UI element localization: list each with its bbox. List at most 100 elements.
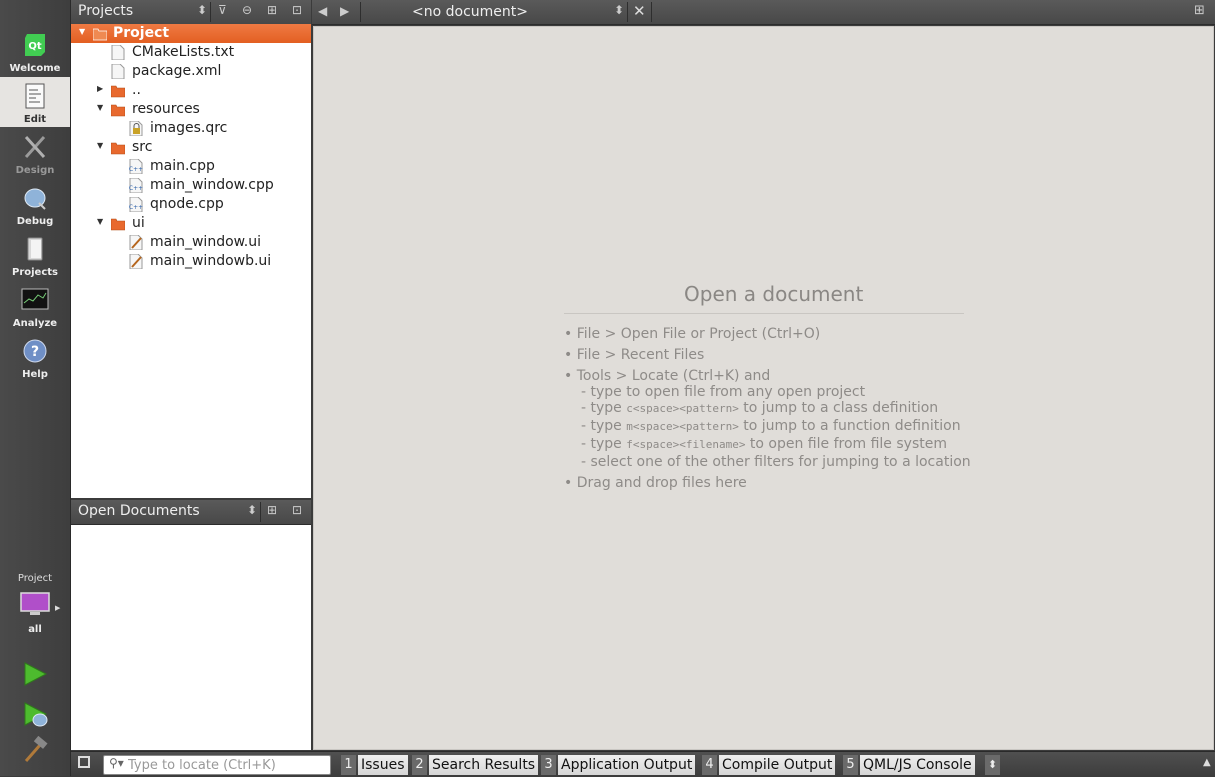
hint-other-filters: - select one of the other filters for ju… [581,454,971,470]
hint-recent-files: • File > Recent Files [564,347,705,363]
tree-item-main-window-cpp[interactable]: C++ main_window.cpp [71,176,311,195]
run-icon[interactable] [20,660,50,688]
editor-welcome-area[interactable]: Open a document • File > Open File or Pr… [313,26,1214,750]
projects-panel-title[interactable]: Projects [78,3,133,19]
tree-item-label: images.qrc [150,120,228,136]
tree-item-qnode-cpp[interactable]: C++ qnode.cpp [71,195,311,214]
output-tab-number: 1 [341,755,356,775]
ui-form-file-icon [129,254,143,269]
tree-item-parent-dir[interactable]: ▶ .. [71,81,311,100]
output-tab-label: Search Results [429,755,539,775]
expanded-arrow-icon[interactable]: ▼ [97,103,103,112]
view-selector-arrow-icon[interactable]: ⬍ [247,503,257,517]
mode-analyze[interactable]: Analyze [0,281,70,331]
mode-design[interactable]: Design [0,128,70,178]
tree-item-src[interactable]: ▼ src [71,138,311,157]
output-tab-label: Issues [358,755,408,775]
tree-item-ui[interactable]: ▼ ui [71,214,311,233]
navigate-back-icon[interactable]: ◀ [318,4,327,18]
output-tab-number: 4 [702,755,717,775]
svg-text:C++: C++ [129,166,143,173]
tree-item-resources[interactable]: ▼ resources [71,100,311,119]
mode-welcome[interactable]: Qt Welcome [0,26,70,76]
folder-icon [111,218,125,231]
navigate-forward-icon[interactable]: ▶ [340,4,349,18]
hint-prefix: - type [581,436,622,452]
design-tools-icon [24,135,46,159]
tree-item-label: main_window.ui [150,234,262,250]
editor-toolbar: ◀ ▶ <no document> ⬍ ✕ ⊞ [312,0,1215,25]
file-icon [111,45,125,60]
output-tab-qml-js-console[interactable]: 5 QML/JS Console [843,755,979,775]
output-tab-number: 2 [412,755,427,775]
split-editor-icon[interactable]: ⊞ [1194,3,1205,18]
output-tab-issues[interactable]: 1 Issues [341,755,408,775]
mode-help[interactable]: ? Help [0,332,70,382]
hint-prefix: - type [581,400,622,416]
output-tab-search-results[interactable]: 2 Search Results [412,755,539,775]
svg-text:?: ? [31,344,39,360]
qrc-resource-icon [129,121,143,136]
more-tabs-arrow-icon[interactable]: ⬍ [985,755,1000,775]
document-selector[interactable]: <no document> [412,4,528,20]
expanded-arrow-icon[interactable]: ▼ [79,27,85,36]
output-tab-application-output[interactable]: 3 Application Output [541,755,697,775]
open-documents-list[interactable] [71,525,311,750]
svg-text:C++: C++ [129,185,143,192]
projects-panel-header: Projects ⬍ ⊽ ⊖ ⊞ ⊡ [71,0,311,25]
split-panel-icon[interactable]: ⊞ [267,503,277,517]
output-pane-toggle-icon[interactable]: ▲ [1203,757,1211,768]
folder-icon [111,142,125,155]
split-panel-icon[interactable]: ⊞ [267,3,277,17]
tree-item-package-xml[interactable]: package.xml [71,62,311,81]
collapsed-arrow-icon[interactable]: ▶ [97,84,103,93]
tree-item-label: Project [113,25,170,41]
mode-help-label: Help [22,369,48,380]
output-tab-number: 5 [843,755,858,775]
document-selector-arrow-icon[interactable]: ⬍ [614,3,624,17]
close-document-icon[interactable]: ✕ [633,2,646,20]
open-documents-header: Open Documents ⬍ ⊞ ⊡ [71,500,311,525]
hint-type-open: - type to open file from any open projec… [581,384,866,400]
cpp-file-icon: C++ [129,178,143,193]
tree-item-main-cpp[interactable]: C++ main.cpp [71,157,311,176]
output-tab-label: Compile Output [719,755,836,775]
filter-icon[interactable]: ⊽ [218,3,227,17]
open-documents-title[interactable]: Open Documents [78,503,200,519]
mode-projects[interactable]: Projects [0,230,70,280]
view-selector-arrow-icon[interactable]: ⬍ [197,3,207,17]
tree-item-main-window-ui[interactable]: main_window.ui [71,233,311,252]
file-icon [111,64,125,79]
tree-item-label: qnode.cpp [150,196,224,212]
kit-monitor-icon[interactable] [20,592,50,616]
svg-text:Qt: Qt [28,41,42,52]
tree-item-label: main.cpp [150,158,215,174]
hint-locate: • Tools > Locate (Ctrl+K) and [564,368,771,384]
expanded-arrow-icon[interactable]: ▼ [97,217,103,226]
locator-input[interactable] [128,756,326,774]
ui-form-file-icon [129,235,143,250]
mode-analyze-label: Analyze [12,318,58,329]
welcome-title: Open a document [684,282,864,306]
tree-item-cmakelists[interactable]: CMakeLists.txt [71,43,311,62]
toggle-sidebar-icon[interactable] [78,756,90,768]
sync-link-icon[interactable]: ⊖ [242,3,252,17]
kit-selector-arrow-icon[interactable]: ▶ [55,604,60,612]
mode-debug[interactable]: Debug [0,179,70,229]
tree-item-label: main_windowb.ui [150,253,272,269]
close-panel-icon[interactable]: ⊡ [292,3,302,17]
tree-item-main-windowb-ui[interactable]: main_windowb.ui [71,252,311,271]
output-tab-compile-output[interactable]: 4 Compile Output [702,755,838,775]
locator-search-icon[interactable]: ⚲▾ [109,756,124,770]
output-tab-number: 3 [541,755,556,775]
hint-prefix: - type [581,418,622,434]
debug-run-icon[interactable] [20,700,50,728]
expanded-arrow-icon[interactable]: ▼ [97,141,103,150]
tree-item-images-qrc[interactable]: images.qrc [71,119,311,138]
tree-item-project[interactable]: ▼ Project [71,24,311,43]
build-hammer-icon[interactable] [20,736,50,764]
close-panel-icon[interactable]: ⊡ [292,503,302,517]
folder-icon [111,85,125,98]
mode-design-label: Design [15,165,55,176]
mode-edit[interactable]: Edit [0,77,70,127]
